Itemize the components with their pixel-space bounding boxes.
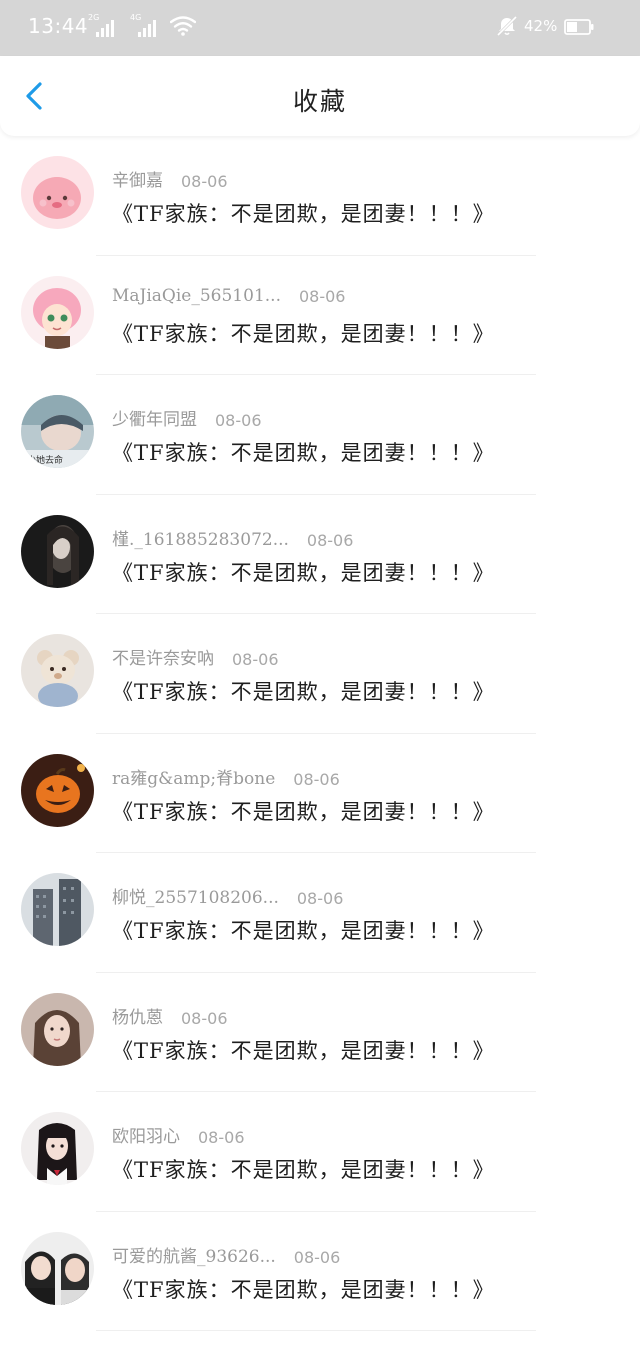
post-title: 《TF家族：不是团欺，是团妻！！！》 — [112, 680, 495, 704]
post-date: 08-06 — [293, 1247, 341, 1267]
post-title: 《TF家族：不是团欺，是团妻！！！》 — [112, 560, 495, 585]
header: 收藏 — [0, 56, 640, 136]
author-name: 少衢年同盟 — [112, 410, 197, 430]
avatar[interactable] — [21, 156, 94, 229]
post-date: 08-06 — [181, 172, 228, 191]
status-bar: 13:44 2G 4G 42% — [0, 0, 640, 56]
author-name: 杨仇蒽 — [112, 1007, 163, 1028]
post-date: 08-06 — [293, 769, 340, 789]
post-date: 08-06 — [306, 530, 354, 550]
avatar[interactable] — [21, 514, 94, 588]
post-title: 《TF家族：不是团欺，是团妻！！！》 — [112, 1277, 495, 1302]
divider — [96, 1330, 536, 1331]
avatar[interactable] — [21, 1231, 94, 1305]
signal-2g-icon: 2G — [88, 13, 114, 37]
favorite-item[interactable]: 欧阳羽心 08-06 《TF家族：不是团欺，是团妻！！！》 — [0, 1092, 640, 1212]
post-title: 《TF家族：不是团欺，是团妻！！！》 — [112, 1158, 495, 1182]
post-title: 《TF家族：不是团欺，是团妻！！！》 — [112, 441, 495, 465]
avatar[interactable] — [21, 275, 94, 349]
author-name: 欧阳羽心 — [112, 1127, 180, 1147]
avatar[interactable]: 少她去命 — [21, 395, 94, 468]
signal-4g-icon: 4G — [130, 13, 156, 37]
post-title: 《TF家族：不是团欺，是团妻！！！》 — [112, 919, 495, 943]
author-name: 不是许奈安吶 — [112, 649, 214, 669]
favorite-item[interactable]: MaJiaQie_565101... 08-06 《TF家族：不是团欺，是团妻！！… — [0, 256, 640, 375]
author-name: 槿._161885283072... — [112, 529, 289, 550]
post-date: 08-06 — [296, 889, 344, 908]
post-date: 08-06 — [181, 1008, 228, 1028]
post-date: 08-06 — [198, 1128, 245, 1147]
author-name: 可爱的航酱_93626... — [112, 1246, 276, 1267]
notifications-muted-icon — [496, 15, 518, 37]
favorite-item[interactable]: 少她去命 少衢年同盟 08-06 《TF家族：不是团欺，是团妻！！！》 — [0, 375, 640, 495]
page-title: 收藏 — [292, 87, 347, 116]
avatar[interactable] — [21, 873, 94, 946]
favorite-item[interactable]: 槿._161885283072... 08-06 《TF家族：不是团欺，是团妻！！… — [0, 495, 640, 614]
avatar[interactable] — [21, 1112, 94, 1185]
avatar[interactable] — [21, 992, 94, 1066]
svg-text:少她去命: 少她去命 — [27, 454, 63, 466]
post-date: 08-06 — [215, 411, 262, 430]
status-time: 13:44 — [28, 14, 89, 38]
wifi-icon — [170, 16, 196, 36]
post-title: 《TF家族：不是团欺，是团妻！！！》 — [112, 321, 495, 346]
author-name: 辛御嘉 — [112, 171, 163, 191]
post-date: 08-06 — [298, 286, 346, 306]
post-title: 《TF家族：不是团欺，是团妻！！！》 — [112, 799, 495, 824]
favorites-list: 辛御嘉 08-06 《TF家族：不是团欺，是团妻！！！》 MaJiaQie_565… — [0, 136, 640, 1331]
author-name: 柳悦_2557108206... — [112, 888, 279, 908]
favorite-item[interactable]: 不是许奈安吶 08-06 《TF家族：不是团欺，是团妻！！！》 — [0, 614, 640, 734]
battery-percent: 42% — [524, 17, 558, 35]
post-title: 《TF家族：不是团欺，是团妻！！！》 — [112, 1038, 495, 1063]
favorite-item[interactable]: 柳悦_2557108206... 08-06 《TF家族：不是团欺，是团妻！！！》 — [0, 853, 640, 973]
post-date: 08-06 — [232, 650, 279, 669]
favorite-item[interactable]: ra雍g&amp;脊bone 08-06 《TF家族：不是团欺，是团妻！！！》 — [0, 734, 640, 853]
favorite-item[interactable]: 可爱的航酱_93626... 08-06 《TF家族：不是团欺，是团妻！！！》 — [0, 1212, 640, 1331]
author-name: ra雍g&amp;脊bone — [112, 768, 276, 789]
favorite-item[interactable]: 辛御嘉 08-06 《TF家族：不是团欺，是团妻！！！》 — [0, 136, 640, 256]
author-name: MaJiaQie_565101... — [112, 285, 281, 306]
favorite-item[interactable]: 杨仇蒽 08-06 《TF家族：不是团欺，是团妻！！！》 — [0, 973, 640, 1092]
post-title: 《TF家族：不是团欺，是团妻！！！》 — [112, 202, 495, 226]
avatar[interactable] — [21, 634, 94, 707]
battery-icon — [564, 19, 594, 35]
avatar[interactable] — [21, 753, 94, 827]
